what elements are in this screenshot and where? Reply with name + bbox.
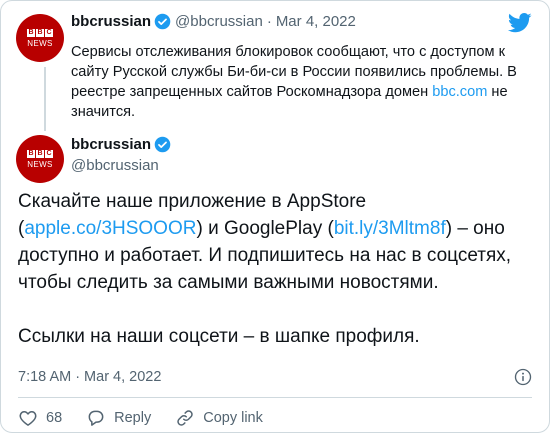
author-handle[interactable]: @bbcrussian [71,157,159,174]
logo-letter: B [36,28,44,37]
appstore-link[interactable]: apple.co/3HSOOOR [24,218,196,239]
logo-letter: B [27,149,35,158]
quoted-author-handle[interactable]: @bbcrussian [175,13,263,30]
separator-dot: · [266,13,272,30]
link-icon [177,410,193,426]
logo-letter: C [45,28,53,37]
tweet-text-segment: ) и GooglePlay ( [196,218,334,239]
thread-connector-line [44,67,46,131]
tweet-card: B B C NEWS bbcrussian @bbcrussian · Mar … [0,0,550,433]
tweet-paragraph: Ссылки на наши соцсети – в шапке профиля… [18,326,420,347]
logo-letter: B [27,28,35,37]
reply-icon [88,410,104,426]
tweet-time[interactable]: 7:18 AM [18,369,71,385]
avatar[interactable]: B B C NEWS [16,14,64,62]
bbc-logo-blocks: B B C [27,149,53,158]
bbc-logo-blocks: B B C [27,28,53,37]
info-icon[interactable] [514,368,532,386]
googleplay-link[interactable]: bit.ly/3Mltm8f [334,218,446,239]
logo-letter: C [45,149,53,158]
verified-badge-icon [154,136,171,153]
reply-button[interactable]: Reply [86,408,151,428]
like-button[interactable]: 68 [18,408,62,428]
tweet-body: Скачайте наше приложение в AppStore (app… [18,188,538,350]
logo-letter: B [36,149,44,158]
tweet-date[interactable]: Mar 4, 2022 [84,369,161,385]
avatar[interactable]: B B C NEWS [16,135,64,183]
logo-news-text: NEWS [27,38,53,48]
tweet-actions: 68 Reply Copy link [18,408,287,428]
author-name[interactable]: bbcrussian [71,136,151,153]
quoted-tweet-header: bbcrussian @bbcrussian · Mar 4, 2022 [71,13,356,30]
quoted-author-name[interactable]: bbcrussian [71,13,151,30]
twitter-bird-icon[interactable] [508,13,532,33]
separator-dot: · [75,369,81,385]
reply-label: Reply [114,410,152,426]
tweet-timestamp[interactable]: 7:18 AM · Mar 4, 2022 [18,369,161,385]
copy-link-label: Copy link [203,410,263,426]
heart-icon [19,411,37,426]
quoted-text-link[interactable]: bbc.com [432,84,487,100]
quoted-tweet-date[interactable]: Mar 4, 2022 [276,13,356,30]
copy-link-button[interactable]: Copy link [175,408,263,428]
verified-badge-icon [154,13,171,30]
logo-news-text: NEWS [27,159,53,169]
tweet-paragraph: Скачайте наше приложение в AppStore (app… [18,188,538,296]
divider [18,397,532,398]
like-count: 68 [46,410,63,426]
author-name-row: bbcrussian [71,136,175,153]
quoted-tweet-text: Сервисы отслеживания блокировок сообщают… [71,42,521,122]
